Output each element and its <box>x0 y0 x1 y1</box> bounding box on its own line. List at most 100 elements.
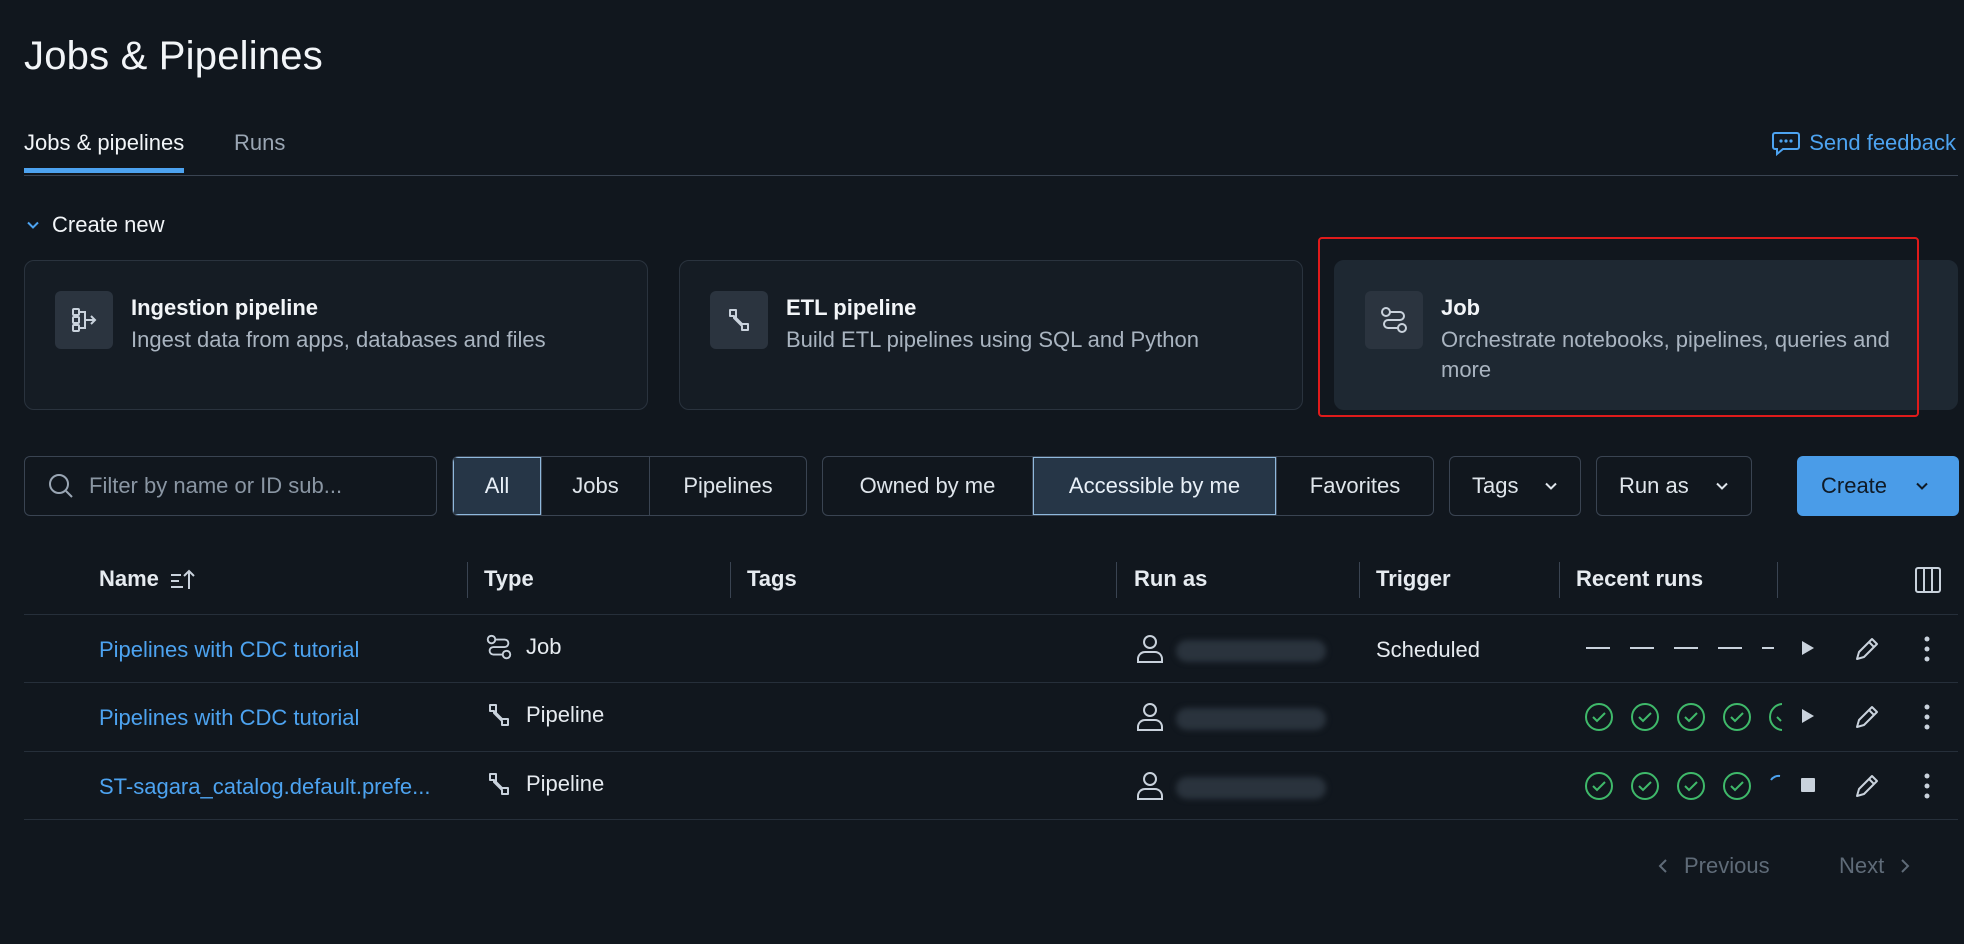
type-label: Pipeline <box>526 702 605 727</box>
etl-pipeline-card[interactable]: ETL pipeline Build ETL pipelines using S… <box>679 260 1303 410</box>
edit-pencil-icon[interactable] <box>1852 702 1882 732</box>
column-separator[interactable] <box>1116 562 1117 598</box>
running-spinner-icon[interactable] <box>1768 771 1782 801</box>
job-icon <box>486 634 512 660</box>
success-check-icon[interactable] <box>1722 771 1752 801</box>
filter-all[interactable]: All <box>453 457 542 515</box>
kebab-menu-icon[interactable] <box>1915 634 1939 664</box>
ingestion-icon <box>55 291 113 349</box>
job-name-link[interactable]: Pipelines with CDC tutorial <box>99 637 359 663</box>
chevron-left-icon <box>1658 859 1667 873</box>
create-button[interactable]: Create <box>1797 456 1959 516</box>
tags-dropdown[interactable]: Tags <box>1449 456 1581 516</box>
column-separator[interactable] <box>730 562 731 598</box>
row-divider <box>24 819 1958 820</box>
type-label: Pipeline <box>526 771 605 796</box>
card-description: Build ETL pipelines using SQL and Python <box>786 327 1199 352</box>
card-description: Ingest data from apps, databases and fil… <box>131 327 546 352</box>
kebab-menu-icon[interactable] <box>1915 702 1939 732</box>
success-check-icon[interactable] <box>1676 702 1706 732</box>
recent-runs <box>1584 771 1782 801</box>
filter-owned-by-me[interactable]: Owned by me <box>823 457 1033 515</box>
user-icon <box>1137 635 1163 663</box>
no-run-icon <box>1630 647 1654 649</box>
chevron-down-icon <box>1716 482 1728 490</box>
column-separator[interactable] <box>1559 562 1560 598</box>
filter-jobs[interactable]: Jobs <box>542 457 650 515</box>
filter-pipelines[interactable]: Pipelines <box>650 457 806 515</box>
etl-icon <box>710 291 768 349</box>
tab-bar: Jobs & pipelines Runs Send feedback <box>24 126 1958 176</box>
previous-page-button[interactable]: Previous <box>1656 853 1770 879</box>
success-check-icon[interactable] <box>1768 702 1782 732</box>
row-divider <box>24 751 1958 752</box>
send-feedback-link[interactable]: Send feedback <box>1771 128 1956 158</box>
stop-icon[interactable] <box>1797 773 1819 797</box>
success-check-icon[interactable] <box>1584 771 1614 801</box>
run-as-dropdown-label: Run as <box>1619 473 1689 498</box>
search-box[interactable] <box>24 456 437 516</box>
chevron-down-icon <box>1545 482 1557 490</box>
selection-highlight <box>1318 237 1919 417</box>
play-icon[interactable] <box>1797 704 1819 728</box>
type-label: Job <box>526 634 562 659</box>
search-input[interactable] <box>89 473 409 499</box>
chevron-down-icon <box>27 221 39 229</box>
column-header-type: Type <box>484 566 534 591</box>
type-cell: Job <box>484 632 561 662</box>
chevron-right-icon <box>1901 859 1910 873</box>
user-icon <box>1137 772 1163 800</box>
column-separator[interactable] <box>467 562 468 598</box>
type-cell: Pipeline <box>484 700 604 730</box>
tab-jobs-pipelines[interactable]: Jobs & pipelines <box>24 130 185 173</box>
filter-favorites[interactable]: Favorites <box>1277 457 1433 515</box>
recent-runs <box>1584 702 1782 732</box>
play-icon[interactable] <box>1797 636 1819 660</box>
column-header-trigger: Trigger <box>1376 566 1451 591</box>
no-run-icon <box>1674 647 1698 649</box>
create-new-toggle[interactable]: Create new <box>26 212 165 238</box>
success-check-icon[interactable] <box>1630 702 1660 732</box>
edit-pencil-icon[interactable] <box>1852 634 1882 664</box>
type-filter: All Jobs Pipelines <box>452 456 807 516</box>
filter-accessible-by-me[interactable]: Accessible by me <box>1033 457 1277 515</box>
redacted-user <box>1176 640 1326 662</box>
success-check-icon[interactable] <box>1584 702 1614 732</box>
trigger-cell: Scheduled <box>1376 637 1480 662</box>
pipeline-icon <box>489 704 509 726</box>
pipeline-name-link[interactable]: ST-sagara_catalog.default.prefe... <box>99 774 430 800</box>
previous-label: Previous <box>1684 853 1770 878</box>
next-label: Next <box>1839 853 1885 878</box>
redacted-user <box>1176 777 1326 799</box>
sort-ascending-icon <box>170 569 195 589</box>
search-icon <box>49 474 73 498</box>
kebab-menu-icon[interactable] <box>1915 771 1939 801</box>
run-as-dropdown[interactable]: Run as <box>1596 456 1752 516</box>
success-check-icon[interactable] <box>1676 771 1706 801</box>
card-title: Ingestion pipeline <box>131 295 319 320</box>
tab-runs[interactable]: Runs <box>234 130 285 168</box>
success-check-icon[interactable] <box>1722 702 1752 732</box>
column-header-name[interactable]: Name <box>99 566 197 592</box>
no-run-icon <box>1586 647 1610 649</box>
chevron-down-icon <box>1916 482 1928 490</box>
owner-filter: Owned by me Accessible by me Favorites <box>822 456 1434 516</box>
user-icon <box>1137 703 1163 731</box>
create-button-label: Create <box>1821 473 1888 498</box>
column-separator[interactable] <box>1359 562 1360 598</box>
page-title: Jobs & Pipelines <box>24 34 323 78</box>
ingestion-pipeline-card[interactable]: Ingestion pipeline Ingest data from apps… <box>24 260 648 410</box>
edit-pencil-icon[interactable] <box>1852 771 1882 801</box>
pipeline-name-link[interactable]: Pipelines with CDC tutorial <box>99 705 359 731</box>
pipeline-icon <box>489 773 509 795</box>
column-separator[interactable] <box>1777 562 1778 598</box>
success-check-icon[interactable] <box>1630 771 1660 801</box>
send-feedback-label: Send feedback <box>1809 130 1956 155</box>
column-name-label: Name <box>99 566 159 591</box>
next-page-button[interactable]: Next <box>1839 853 1912 879</box>
type-cell: Pipeline <box>484 769 604 799</box>
row-divider <box>24 614 1958 615</box>
chat-bubble-icon <box>1772 132 1801 157</box>
column-header-run-as: Run as <box>1134 566 1208 591</box>
column-settings-icon[interactable] <box>1914 566 1942 594</box>
